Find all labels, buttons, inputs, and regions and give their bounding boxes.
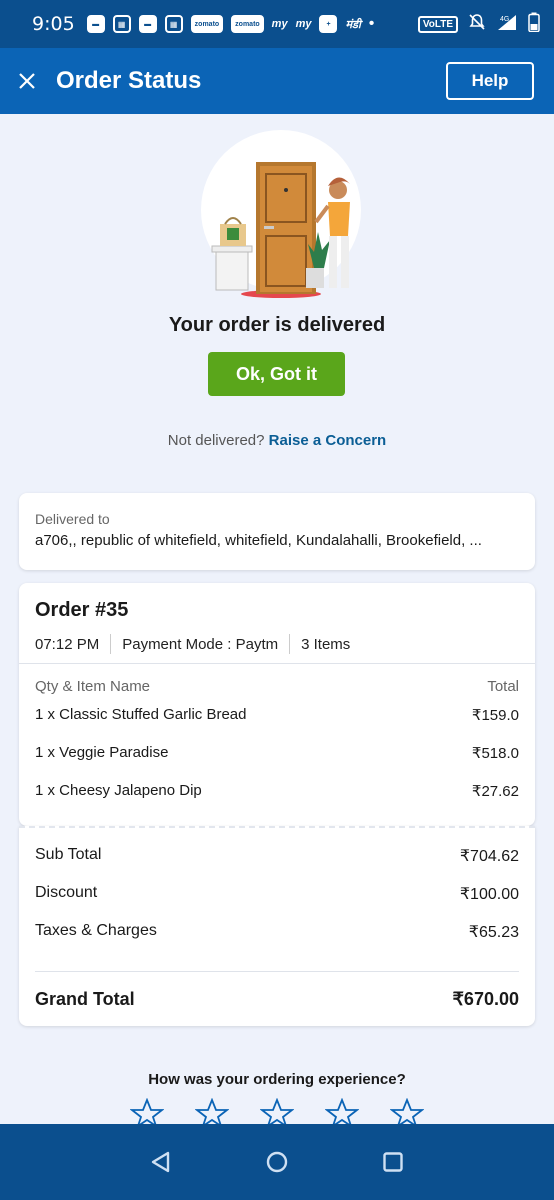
- recents-icon[interactable]: [379, 1148, 407, 1176]
- discount-row: Discount ₹100.00: [35, 884, 519, 904]
- delivered-message: Your order is delivered: [168, 314, 386, 336]
- taxes-label: Taxes & Charges: [35, 922, 157, 939]
- raise-concern-link[interactable]: Raise a Concern: [269, 432, 387, 449]
- calculator-icon: ▦: [112, 15, 131, 33]
- pharmacy-icon: +: [319, 15, 338, 33]
- status-bar: 9:05 ▬ ▦ ▬ ▦ zomato zomato my my + मंडी …: [0, 0, 554, 48]
- address-value: a706,, republic of whitefield, whitefiel…: [35, 532, 482, 549]
- delivery-illustration: [196, 128, 366, 303]
- grand-total-value: ₹670.00: [452, 989, 519, 1009]
- dot-icon: •: [368, 15, 375, 32]
- concern-line: Not delivered? Raise a Concern: [0, 432, 554, 449]
- notification-icons: ▬ ▦ ▬ ▦ zomato zomato my my + मंडी •: [86, 15, 418, 33]
- close-icon[interactable]: [16, 70, 38, 92]
- star-icon[interactable]: [390, 1098, 424, 1126]
- order-number: Order #35: [35, 599, 129, 621]
- message-icon: ▬: [86, 15, 105, 33]
- star-icon[interactable]: [325, 1098, 359, 1126]
- subtotal-row: Sub Total ₹704.62: [35, 846, 519, 866]
- order-item: 1 x Cheesy Jalapeno Dip ₹27.62: [35, 782, 519, 800]
- order-meta: 07:12 PM Payment Mode : Paytm 3 Items: [35, 634, 350, 654]
- delivery-address-card: Delivered to a706,, republic of whitefie…: [19, 493, 535, 570]
- home-icon[interactable]: [263, 1148, 291, 1176]
- back-icon[interactable]: [147, 1148, 175, 1176]
- my-app-icon: my: [271, 18, 288, 30]
- experience-question: How was your ordering experience?: [148, 1071, 406, 1088]
- star-rating: [130, 1098, 424, 1126]
- help-button[interactable]: Help: [446, 62, 534, 100]
- bill-totals-card: Sub Total ₹704.62 Discount ₹100.00 Taxes…: [19, 826, 535, 1026]
- status-time: 9:05: [32, 13, 75, 35]
- item-name: 1 x Veggie Paradise: [35, 744, 169, 761]
- battery-icon: [528, 12, 540, 37]
- taxes-value: ₹65.23: [468, 924, 519, 941]
- items-header-total: Total: [487, 678, 519, 695]
- subtotal-label: Sub Total: [35, 846, 102, 863]
- signal-icon: 4G: [496, 13, 518, 36]
- svg-text:4G: 4G: [500, 16, 509, 23]
- payment-mode: Payment Mode : Paytm: [122, 635, 279, 653]
- star-icon[interactable]: [260, 1098, 294, 1126]
- volte-icon: VoLTE: [417, 15, 458, 33]
- page-title: Order Status: [56, 67, 202, 94]
- address-label: Delivered to: [35, 511, 110, 527]
- meta-divider: [289, 634, 291, 654]
- zomato-icon: zomato: [190, 15, 224, 33]
- discount-value: ₹100.00: [459, 886, 519, 903]
- not-delivered-text: Not delivered?: [167, 432, 265, 449]
- star-icon[interactable]: [195, 1098, 229, 1126]
- meta-divider: [110, 634, 112, 654]
- grand-total-row: Grand Total ₹670.00: [35, 989, 519, 1010]
- grand-total-label: Grand Total: [35, 989, 135, 1009]
- item-name: 1 x Classic Stuffed Garlic Bread: [35, 706, 247, 723]
- item-count: 3 Items: [301, 635, 351, 653]
- divider: [35, 971, 519, 972]
- divider: [19, 663, 535, 664]
- subtotal-value: ₹704.62: [459, 848, 519, 865]
- taxes-row: Taxes & Charges ₹65.23: [35, 922, 519, 942]
- mute-icon: [468, 13, 486, 36]
- ok-got-it-button[interactable]: Ok, Got it: [208, 352, 345, 396]
- my-app-icon: my: [295, 18, 312, 30]
- item-total: ₹159.0: [471, 707, 519, 724]
- order-time: 07:12 PM: [35, 635, 100, 653]
- order-item: 1 x Veggie Paradise ₹518.0: [35, 744, 519, 762]
- calculator-icon: ▦: [164, 15, 183, 33]
- item-name: 1 x Cheesy Jalapeno Dip: [35, 782, 202, 799]
- mandi-icon: मंडी: [345, 18, 361, 31]
- system-nav-bar: [0, 1124, 554, 1200]
- zomato-icon: zomato: [231, 15, 264, 33]
- app-bar: Order Status Help: [0, 48, 554, 114]
- discount-label: Discount: [35, 884, 98, 901]
- item-total: ₹518.0: [471, 745, 519, 762]
- order-item: 1 x Classic Stuffed Garlic Bread ₹159.0: [35, 706, 519, 724]
- order-summary-card: Order #35 07:12 PM Payment Mode : Paytm …: [19, 583, 535, 826]
- message-icon: ▬: [138, 15, 157, 33]
- items-header-name: Qty & Item Name: [35, 678, 151, 695]
- star-icon[interactable]: [130, 1098, 164, 1126]
- item-total: ₹27.62: [471, 783, 519, 800]
- items-header: Qty & Item Name Total: [35, 678, 519, 695]
